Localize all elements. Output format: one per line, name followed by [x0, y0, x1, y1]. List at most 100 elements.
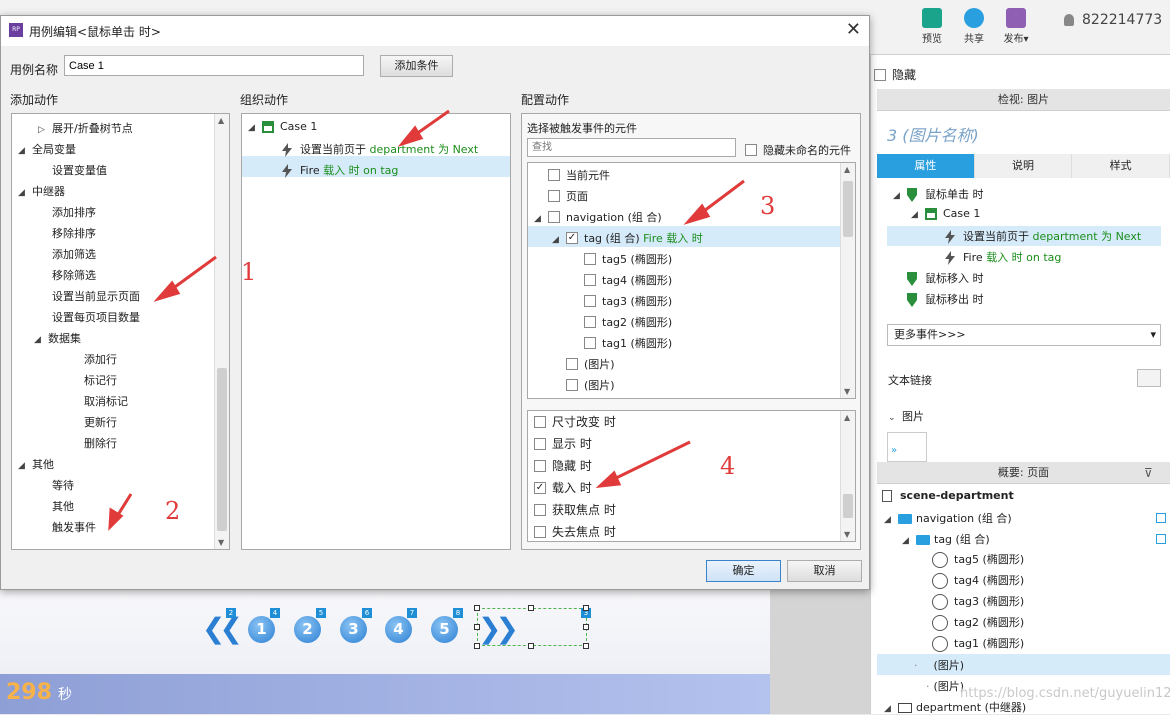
add-action-item[interactable]: 删除行: [70, 435, 117, 451]
collapse-arrow-icon[interactable]: ◢: [534, 214, 548, 224]
event-checkbox[interactable]: [534, 459, 546, 472]
user-id[interactable]: 822214773: [1082, 12, 1162, 28]
resize-handle[interactable]: [528, 643, 534, 649]
collapse-arrow-icon[interactable]: ◢: [902, 536, 916, 546]
add-action-item[interactable]: 移除筛选: [38, 267, 96, 283]
publish-button[interactable]: 发布▾: [994, 8, 1038, 45]
widget-checkbox[interactable]: [548, 211, 560, 223]
overview-tag2[interactable]: tag2 (椭圆形): [932, 614, 1024, 631]
overview-tag3[interactable]: tag3 (椭圆形): [932, 593, 1024, 610]
share-button[interactable]: 共享: [952, 8, 996, 45]
overview-tag4[interactable]: tag4 (椭圆形): [932, 572, 1024, 589]
widget-tree-scrollbar[interactable]: ▲ ▼: [840, 163, 855, 398]
resize-handle[interactable]: [583, 624, 589, 630]
ok-button[interactable]: 确定: [706, 560, 781, 582]
event-item[interactable]: 尺寸改变 时: [534, 413, 616, 430]
resize-handle[interactable]: [528, 605, 534, 611]
close-icon[interactable]: ✕: [846, 19, 861, 40]
organize-actions-tree[interactable]: ◢ Case 1 设置当前页于 department 为 Next Fire 载入…: [241, 113, 511, 550]
scroll-down-icon[interactable]: ▼: [844, 530, 850, 539]
image-section-header[interactable]: ⌄ 图片: [888, 408, 924, 424]
dialog-titlebar[interactable]: RP 用例编辑<鼠标单击 时> ✕: [1, 16, 869, 46]
action-set-page[interactable]: 设置当前页于 department 为 Next: [945, 228, 1141, 244]
add-action-item[interactable]: ◢ 数据集: [34, 330, 81, 346]
add-action-item[interactable]: 触发事件: [38, 519, 96, 535]
overview-root[interactable]: scene-department: [882, 489, 1014, 502]
scroll-thumb[interactable]: [843, 494, 853, 518]
preview-button[interactable]: 预览: [910, 8, 954, 45]
collapse-arrow-icon[interactable]: ◢: [34, 335, 48, 345]
page-button-2[interactable]: 2: [294, 616, 321, 643]
resize-handle[interactable]: [474, 643, 480, 649]
add-action-item[interactable]: 设置每页项目数量: [38, 309, 140, 325]
widget-tree-item[interactable]: 当前元件: [534, 167, 610, 183]
add-action-item[interactable]: 更新行: [70, 414, 117, 430]
widget-checkbox[interactable]: [548, 169, 560, 181]
widget-tree-item[interactable]: tag2 (椭圆形): [570, 314, 672, 330]
tab-style[interactable]: 样式: [1072, 154, 1170, 178]
cancel-button[interactable]: 取消: [787, 560, 862, 582]
add-action-item[interactable]: 设置当前显示页面: [38, 288, 140, 304]
tab-properties[interactable]: 属性: [877, 154, 975, 178]
widget-tree-item[interactable]: tag5 (椭圆形): [570, 251, 672, 267]
add-actions-scrollbar[interactable]: ▲ ▼: [214, 114, 229, 549]
resize-handle[interactable]: [583, 643, 589, 649]
add-action-item[interactable]: 移除排序: [38, 225, 96, 241]
selected-widget-outline[interactable]: [477, 608, 587, 646]
link-icon[interactable]: [1137, 369, 1161, 387]
organize-case-row[interactable]: ◢ Case 1: [248, 120, 317, 133]
collapse-arrow-icon[interactable]: ◢: [248, 123, 262, 133]
event-checkbox[interactable]: [534, 503, 546, 516]
widget-tree-item[interactable]: 页面: [534, 188, 588, 204]
scroll-up-icon[interactable]: ▲: [844, 165, 850, 174]
event-item[interactable]: 显示 时: [534, 435, 592, 452]
widget-checkbox[interactable]: ✓: [566, 232, 578, 244]
add-action-item[interactable]: 其他: [38, 498, 74, 514]
widget-checkbox[interactable]: [584, 316, 596, 328]
collapse-arrow-icon[interactable]: ◢: [18, 188, 32, 198]
hide-toggle[interactable]: 隐藏: [874, 66, 916, 83]
overview-tag[interactable]: ◢ tag (组 合): [902, 531, 990, 547]
hide-unnamed-checkbox[interactable]: [745, 144, 757, 156]
add-action-item[interactable]: ◢ 其他: [18, 456, 54, 472]
scroll-down-icon[interactable]: ▼: [218, 538, 224, 547]
collapse-arrow-icon[interactable]: ◢: [911, 210, 925, 220]
collapse-arrow-icon[interactable]: ◢: [884, 704, 898, 714]
page-button-5[interactable]: 5: [431, 616, 458, 643]
event-checkbox[interactable]: [534, 437, 546, 450]
overview-image-1[interactable]: · (图片): [914, 657, 964, 673]
widget-tree-item[interactable]: tag1 (椭圆形): [570, 335, 672, 351]
overview-tag1[interactable]: tag1 (椭圆形): [932, 635, 1024, 652]
add-action-item[interactable]: ▷ 展开/折叠树节点: [38, 120, 133, 136]
page-button-3[interactable]: 3: [340, 616, 367, 643]
event-mouseenter[interactable]: 鼠标移入 时: [907, 270, 984, 286]
overview-image-2[interactable]: · (图片): [926, 678, 964, 694]
collapse-arrow-icon[interactable]: ◢: [893, 191, 907, 201]
page-button-4[interactable]: 4: [385, 616, 412, 643]
case-row[interactable]: ◢ Case 1: [911, 207, 980, 220]
widget-checkbox[interactable]: [584, 337, 596, 349]
add-actions-tree[interactable]: ▲ ▼ ▷ 展开/折叠树节点 ◢ 全局变量 设置变量值 ◢ 中继器 添加排序 移除排序 添加筛选移…: [11, 113, 230, 550]
widget-tree-item[interactable]: ◢ ✓ tag (组 合) Fire 载入 时: [552, 230, 703, 246]
organize-action-set-page[interactable]: 设置当前页于 department 为 Next: [282, 141, 478, 157]
add-action-item[interactable]: 等待: [38, 477, 74, 493]
event-item[interactable]: 获取焦点 时: [534, 501, 616, 518]
add-action-item[interactable]: ◢ 全局变量: [18, 141, 76, 157]
event-checkbox[interactable]: ✓: [534, 481, 546, 494]
widget-checkbox[interactable]: [584, 274, 596, 286]
add-action-item[interactable]: 取消标记: [70, 393, 128, 409]
event-list-scrollbar[interactable]: ▲ ▼: [840, 411, 855, 541]
widget-name-field[interactable]: 3 (图片名称): [887, 122, 979, 146]
overview-navigation[interactable]: ◢ navigation (组 合): [884, 510, 1012, 526]
widget-checkbox[interactable]: [548, 190, 560, 202]
add-condition-button[interactable]: 添加条件: [380, 55, 453, 77]
resize-handle[interactable]: [474, 605, 480, 611]
widget-checkbox[interactable]: [584, 253, 596, 265]
hide-unnamed-option[interactable]: 隐藏未命名的元件: [745, 142, 851, 158]
collapse-arrow-icon[interactable]: ◢: [18, 146, 32, 156]
add-action-item[interactable]: 标记行: [70, 372, 117, 388]
event-item[interactable]: 隐藏 时: [534, 457, 592, 474]
resize-handle[interactable]: [474, 624, 480, 630]
page-button-1[interactable]: 1: [248, 616, 275, 643]
event-item[interactable]: 失去焦点 时: [534, 523, 616, 540]
